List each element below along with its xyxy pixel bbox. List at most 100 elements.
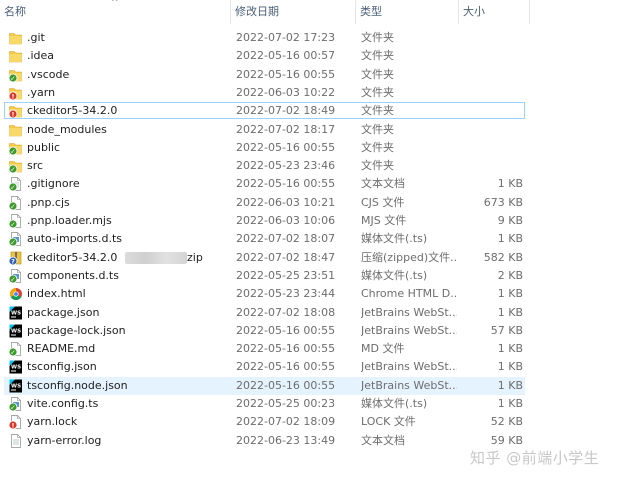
folder-error-icon: ! (8, 104, 22, 119)
file-row[interactable]: ✓ components.d.ts 2022-05-25 23:51 媒体文件(.ts… (0, 267, 640, 285)
file-name: .pnp.cjs (27, 195, 70, 209)
file-name: .vscode (27, 67, 70, 81)
file-size (460, 29, 523, 47)
file-row[interactable]: ✓ README.md 2022-05-16 00:55 MD 文件 1 KB (0, 340, 640, 358)
file-type: 媒体文件(.ts) (361, 397, 428, 410)
file-size: 1 KB (497, 378, 523, 392)
column-header-size-label: 大小 (463, 5, 485, 18)
file-name: .gitignore (27, 177, 80, 191)
redacted-region (125, 251, 187, 264)
folder-icon (9, 31, 22, 45)
file-type: 文件夹 (361, 31, 394, 44)
file-type: CJS 文件 (361, 195, 405, 209)
file-name: src (27, 159, 44, 173)
file-size: 57 KB (490, 323, 523, 337)
column-header-name-label: 名称 (4, 5, 26, 18)
file-row[interactable]: WS tsconfig.node.json 2022-05-16 00:55 JetB… (0, 376, 640, 395)
column-header-size[interactable]: 大小 (459, 0, 530, 24)
file-date: 2022-07-02 18:17 (236, 122, 336, 136)
file-name: package-lock.json (27, 323, 126, 337)
svg-text:✓: ✓ (10, 239, 15, 246)
media-file-synced-icon: ✓ (8, 397, 22, 412)
file-date: 2022-07-02 18:47 (236, 250, 336, 264)
file-row[interactable]: WS package-lock.json 2022-05-16 00:55 JetBr… (0, 322, 640, 340)
file-date: 2022-07-02 18:07 (236, 232, 336, 246)
svg-text:✓: ✓ (10, 349, 15, 356)
file-row[interactable]: node_modules 2022-07-02 18:17 文件夹 (0, 121, 640, 139)
file-row[interactable]: ✓ src 2022-05-23 23:46 文件夹 (0, 157, 640, 175)
file-row[interactable]: ✓ .vscode 2022-05-16 00:55 文件夹 (0, 66, 640, 84)
sort-ascending-icon: ^ (111, 0, 119, 8)
file-row[interactable]: index.html 2022-05-23 23:44 Chrome HTML D.… (0, 285, 640, 303)
file-size (460, 47, 523, 65)
file-size (460, 139, 523, 157)
file-size: 9 KB (497, 214, 523, 227)
file-type: JetBrains WebSt... (361, 305, 457, 319)
file-type: 媒体文件(.ts) (361, 268, 428, 282)
chrome-icon (9, 287, 22, 301)
file-type: 媒体文件(.ts) (361, 232, 428, 246)
file-row[interactable]: ! yarn.lock 2022-07-02 18:09 LOCK 文件 52 KB (0, 413, 640, 431)
file-synced-icon: ✓ (8, 214, 22, 229)
file-size (460, 102, 523, 120)
file-row[interactable]: ✓ .pnp.cjs 2022-06-03 10:21 CJS 文件 673 KB (0, 194, 640, 212)
file-row[interactable]: ✓ .gitignore 2022-05-16 00:55 文本文档 1 KB (0, 175, 640, 193)
file-type: 文件夹 (361, 159, 394, 173)
file-type: Chrome HTML D... (361, 287, 457, 301)
file-name: yarn-error.log (27, 433, 102, 447)
webstorm-icon: WS (9, 360, 22, 374)
file-row[interactable]: ! ckeditor5-34.2.0 2022-07-02 18:49 文件夹 (0, 102, 640, 120)
file-row[interactable]: .idea 2022-05-16 00:57 文件夹 (0, 47, 640, 65)
file-size: 1 KB (497, 397, 523, 410)
file-row[interactable]: WS package.json 2022-07-02 18:08 JetBrains … (0, 304, 640, 322)
file-size: 1 KB (497, 232, 523, 246)
file-type: 文件夹 (361, 122, 394, 136)
file-row[interactable]: ✓ vite.config.ts 2022-05-25 00:23 媒体文件(.ts)… (0, 395, 640, 413)
folder-icon (9, 49, 22, 63)
column-header-type[interactable]: 类型 (356, 0, 459, 24)
column-header-date[interactable]: 修改日期 (231, 0, 356, 24)
file-size: 582 KB (483, 250, 523, 264)
svg-text:WS: WS (11, 383, 21, 389)
folder-icon (9, 123, 22, 137)
svg-text:✓: ✓ (10, 184, 15, 191)
file-date: 2022-07-02 18:08 (236, 305, 336, 319)
file-date: 2022-06-03 10:21 (236, 195, 336, 209)
folder-error-icon: ! (8, 86, 22, 100)
file-size: 673 KB (483, 195, 523, 209)
file-date: 2022-05-16 00:57 (236, 49, 336, 63)
file-synced-icon: ✓ (8, 195, 22, 210)
file-row[interactable]: ? ckeditor5-34.2.0 zip 2022-07-02 18:47 压缩(z… (0, 249, 640, 267)
svg-text:✓: ✓ (10, 166, 15, 173)
zip-file-question-icon: ? (8, 251, 22, 265)
file-date: 2022-07-02 18:09 (236, 415, 336, 429)
file-date: 2022-06-03 10:22 (236, 85, 336, 99)
file-name: README.md (27, 342, 96, 356)
file-name: ckeditor5-34.2.0 (27, 104, 118, 118)
svg-text:?: ? (11, 257, 15, 264)
file-row[interactable]: ✓ auto-imports.d.ts 2022-07-02 18:07 媒体文件(.… (0, 230, 640, 248)
file-row[interactable]: ✓ .pnp.loader.mjs 2022-06-03 10:06 MJS 文件 9 … (0, 212, 640, 230)
file-name: tsconfig.node.json (27, 378, 128, 392)
file-error-icon: ! (8, 415, 22, 430)
folder-synced-icon: ✓ (8, 159, 22, 174)
svg-text:WS: WS (11, 365, 21, 371)
file-date: 2022-06-23 13:49 (236, 433, 336, 447)
file-date: 2022-05-16 00:55 (236, 323, 336, 337)
file-row[interactable]: ✓ public 2022-05-16 00:55 文件夹 (0, 139, 640, 157)
file-row[interactable]: .git 2022-07-02 17:23 文件夹 (0, 29, 640, 47)
svg-text:!: ! (12, 92, 15, 99)
file-name: .git (27, 31, 45, 44)
svg-text:WS: WS (11, 310, 21, 316)
file-row[interactable]: ! .yarn 2022-06-03 10:22 文件夹 (0, 84, 640, 102)
file-name: vite.config.ts (27, 397, 99, 410)
svg-text:✓: ✓ (10, 404, 15, 411)
file-size: 1 KB (497, 342, 523, 356)
text-file-icon (9, 433, 22, 448)
file-size: 52 KB (490, 415, 523, 429)
file-date: 2022-07-02 18:49 (236, 104, 336, 118)
file-row[interactable]: WS tsconfig.json 2022-05-16 00:55 JetBrains… (0, 358, 640, 376)
file-type: 文件夹 (361, 67, 394, 81)
column-header-name[interactable]: 名称 ^ (0, 0, 231, 24)
media-file-synced-icon: ✓ (8, 232, 22, 247)
